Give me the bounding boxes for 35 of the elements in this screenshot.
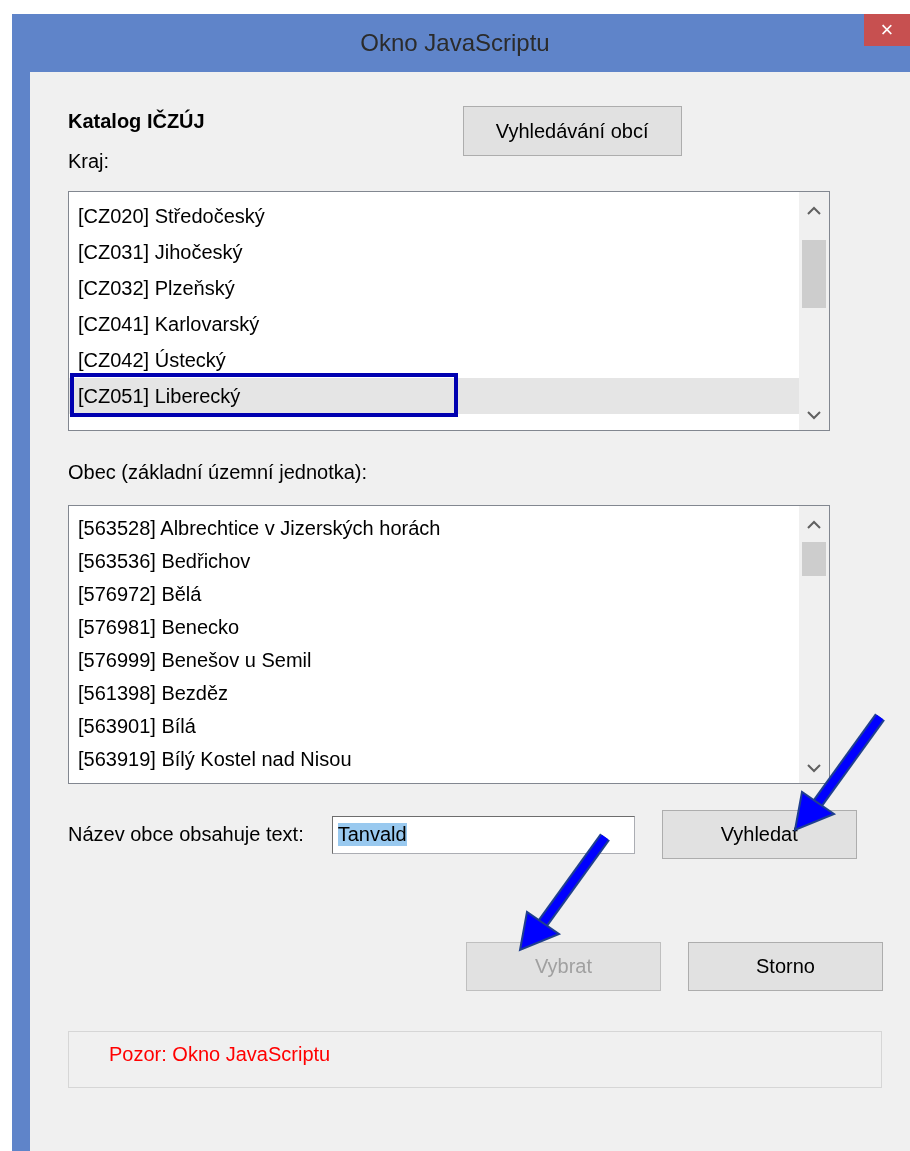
chevron-up-icon[interactable] — [807, 206, 821, 216]
list-item[interactable]: [CZ020] Středočeský — [69, 198, 799, 234]
list-item[interactable]: [576999] Benešov u Semil — [69, 644, 799, 677]
search-municipalities-button[interactable]: Vyhledávání obcí — [462, 106, 682, 156]
list-item[interactable]: [CZ032] Plzeňský — [69, 270, 799, 306]
chevron-down-icon[interactable] — [807, 410, 821, 420]
filter-input[interactable]: Tanvald — [331, 815, 635, 854]
close-button[interactable]: × — [864, 14, 910, 46]
status-warning: Pozor: Okno JavaScriptu — [109, 1043, 331, 1065]
scrollbar[interactable] — [799, 192, 829, 430]
chevron-down-icon[interactable] — [807, 763, 821, 773]
scrollbar-thumb[interactable] — [802, 240, 826, 308]
list-item[interactable]: [CZ041] Karlovarský — [69, 306, 799, 342]
list-item[interactable]: [561398] Bezděz — [69, 677, 799, 710]
window-title: Okno JavaScriptu — [360, 29, 550, 57]
list-item[interactable]: [563528] Albrechtice v Jizerských horách — [69, 512, 799, 545]
list-item[interactable]: [563901] Bílá — [69, 710, 799, 743]
cancel-button[interactable]: Storno — [688, 942, 883, 991]
filter-label: Název obce obsahuje text: — [68, 823, 304, 846]
region-label: Kraj: — [68, 150, 111, 173]
list-item[interactable]: [563919] Bílý Kostel nad Nisou — [69, 743, 799, 776]
chevron-up-icon[interactable] — [807, 520, 821, 530]
input-value: Tanvald — [337, 823, 407, 846]
search-button[interactable]: Vyhledat — [661, 810, 857, 859]
list-item[interactable]: [576972] Bělá — [69, 578, 799, 611]
scrollbar-thumb[interactable] — [802, 542, 826, 576]
list-box[interactable]: [563528] Albrechtice v Jizerských horách [563536] Bedřichov [576972] Bělá [576981] Benecko [576999] Benešov u Semil [561398] Bezděz [563901] Bílá [563919] Bílý Kostel nad Nisou — [68, 505, 830, 784]
scrollbar[interactable] — [799, 506, 829, 783]
list-item[interactable]: [CZ031] Jihočeský — [69, 234, 799, 270]
municipality-label: Obec (základní územní jednotka): — [68, 461, 369, 484]
list-item[interactable]: [576981] Benecko — [69, 611, 799, 644]
list-item[interactable]: [563536] Bedřichov — [69, 545, 799, 578]
list-box[interactable]: [CZ020] Středočeský [CZ031] Jihočeský [CZ032] Plzeňský [CZ041] Karlovarský [CZ042] Ústecký [CZ051] Liberecký — [68, 191, 830, 431]
catalog-heading: Katalog IČZÚJ — [68, 110, 205, 133]
list-item[interactable]: [CZ042] Ústecký — [69, 342, 799, 378]
